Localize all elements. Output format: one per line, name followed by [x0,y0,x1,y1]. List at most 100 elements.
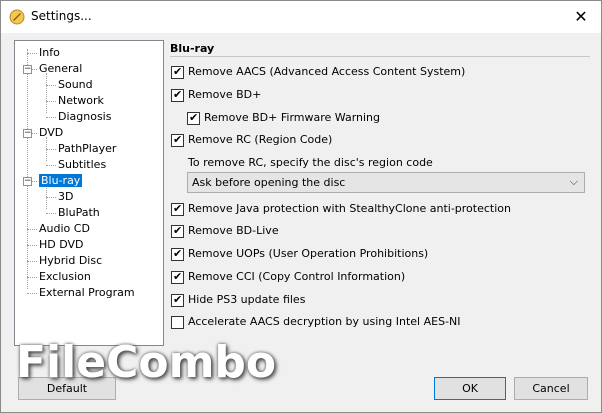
tree-item-label: HD DVD [39,238,84,251]
chevron-down-icon: ⌵ [569,175,578,188]
tree-item-label: DVD [39,126,64,139]
tree-item-label: Network [58,94,104,107]
tree-item-blupath[interactable]: BluPath [58,205,100,221]
option-hide-ps3-update-files[interactable]: ✔ Hide PS3 update files [171,293,591,309]
tree-item-label: General [39,62,83,75]
tree-connector [27,53,37,54]
tree-expander-icon[interactable]: − [23,177,32,186]
option-remove-java-protection-with-stealthyclone-anti-protection[interactable]: ✔ Remove Java protection with StealthyClo… [171,202,591,218]
option-label: Remove UOPs (User Operation Prohibitions… [188,247,429,260]
tree-connector [27,229,37,230]
check-icon: ✔ [189,111,199,124]
option-label: Remove AACS (Advanced Access Content Sys… [188,65,466,78]
tree-connector [27,277,37,278]
tree-item-label: BluPath [58,206,100,219]
tree-item-general[interactable]: General [39,61,82,77]
tree-item-label: Blu-ray [39,174,83,187]
tree-connector [46,85,56,86]
checkbox[interactable]: ✔ [171,88,184,102]
option-label: Hide PS3 update files [188,293,306,306]
option-accelerate-aacs-decryption-by-using-intel-aes-ni[interactable]: Accelerate AACS decryption by using Inte… [171,315,591,331]
tree-item-audio-cd[interactable]: Audio CD [39,221,90,237]
option-remove-bd-firmware-warning[interactable]: ✔ Remove BD+ Firmware Warning [187,111,602,127]
tree-item-external-program[interactable]: External Program [39,285,135,301]
tree-item-exclusion[interactable]: Exclusion [39,269,91,285]
option-remove-uops-user-operation-prohibitions[interactable]: ✔ Remove UOPs (User Operation Prohibition… [171,247,591,263]
window-title: Settings... [31,9,92,23]
panel-title: Blu-ray [170,42,215,55]
option-label: Remove RC (Region Code) [188,133,333,146]
tree-item-subtitles[interactable]: Subtitles [58,157,106,173]
check-icon: ✔ [173,133,183,146]
option-label: Remove BD+ Firmware Warning [204,111,380,124]
tree-connector [27,293,37,294]
checkbox[interactable]: ✔ [171,133,184,147]
option-label: Remove Java protection with StealthyClon… [188,202,511,215]
tree-item-info[interactable]: Info [39,45,60,61]
tree-item-hd-dvd[interactable]: HD DVD [39,237,84,253]
check-icon: ✔ [173,247,183,260]
ok-button[interactable]: OK [434,377,506,400]
region-code-label: To remove RC, specify the disc's region … [188,156,433,169]
tree-expander-icon[interactable]: − [23,65,32,74]
tree-connector [46,73,47,113]
tree-item-network[interactable]: Network [58,93,104,109]
checkbox[interactable]: ✔ [171,224,184,238]
tree-item-label: Diagnosis [58,110,112,123]
tree-connector [46,165,56,166]
tree-connector [27,245,37,246]
checkbox[interactable]: ✔ [187,111,200,125]
settings-tree[interactable]: Info − General Sound Network Diagnosis − DVD Pat… [14,40,164,346]
tree-item-blu-ray[interactable]: Blu-ray [39,173,83,189]
option-label: Remove BD+ [188,88,262,101]
option-label: Remove BD-Live [188,224,279,237]
check-icon: ✔ [173,88,183,101]
checkbox[interactable]: ✔ [171,202,184,216]
option-remove-bd[interactable]: ✔ Remove BD+ [171,88,591,104]
settings-window: Settings... ✕ Info − General Sound Network Di… [0,0,602,413]
option-remove-bd-live[interactable]: ✔ Remove BD-Live [171,224,591,240]
region-code-value: Ask before opening the disc [192,176,346,189]
watermark-logo: FileCombo [16,337,277,388]
tree-item-3d[interactable]: 3D [58,189,73,205]
tree-item-pathplayer[interactable]: PathPlayer [58,141,116,157]
option-remove-cci-copy-control-information[interactable]: ✔ Remove CCI (Copy Control Information) [171,270,591,286]
tree-connector [46,117,56,118]
title-bar: Settings... ✕ [1,1,601,33]
region-code-select[interactable]: Ask before opening the disc ⌵ [187,172,585,193]
panel-divider [170,56,590,57]
close-icon[interactable]: ✕ [567,5,595,29]
tree-item-label: External Program [39,286,135,299]
tree-item-label: Subtitles [58,158,107,171]
tree-connector [46,101,56,102]
cancel-button[interactable]: Cancel [514,377,588,400]
tree-item-label: PathPlayer [58,142,117,155]
tree-connector [46,213,56,214]
check-icon: ✔ [173,293,183,306]
tree-item-diagnosis[interactable]: Diagnosis [58,109,111,125]
check-icon: ✔ [173,270,183,283]
tree-connector [46,197,56,198]
option-remove-aacs-advanced-access-content-system[interactable]: ✔ Remove AACS (Advanced Access Content Sy… [171,65,591,81]
checkbox[interactable]: ✔ [171,65,184,79]
tree-connector [27,261,37,262]
app-icon [9,9,25,25]
tree-connector [27,49,28,289]
checkbox[interactable]: ✔ [171,247,184,261]
tree-item-label: Hybrid Disc [39,254,103,267]
tree-item-dvd[interactable]: DVD [39,125,63,141]
check-icon: ✔ [173,65,183,78]
tree-item-hybrid-disc[interactable]: Hybrid Disc [39,253,102,269]
checkbox[interactable] [171,316,184,329]
check-icon: ✔ [173,224,183,237]
tree-connector [46,149,56,150]
tree-item-sound[interactable]: Sound [58,77,93,93]
tree-item-label: Audio CD [39,222,90,235]
tree-expander-icon[interactable]: − [23,129,32,138]
tree-item-label: 3D [58,190,74,203]
option-label: Accelerate AACS decryption by using Inte… [188,315,461,328]
checkbox[interactable]: ✔ [171,270,184,284]
option-remove-rc-region-code[interactable]: ✔ Remove RC (Region Code) [171,133,591,149]
tree-item-label: Info [39,46,60,59]
checkbox[interactable]: ✔ [171,293,184,307]
